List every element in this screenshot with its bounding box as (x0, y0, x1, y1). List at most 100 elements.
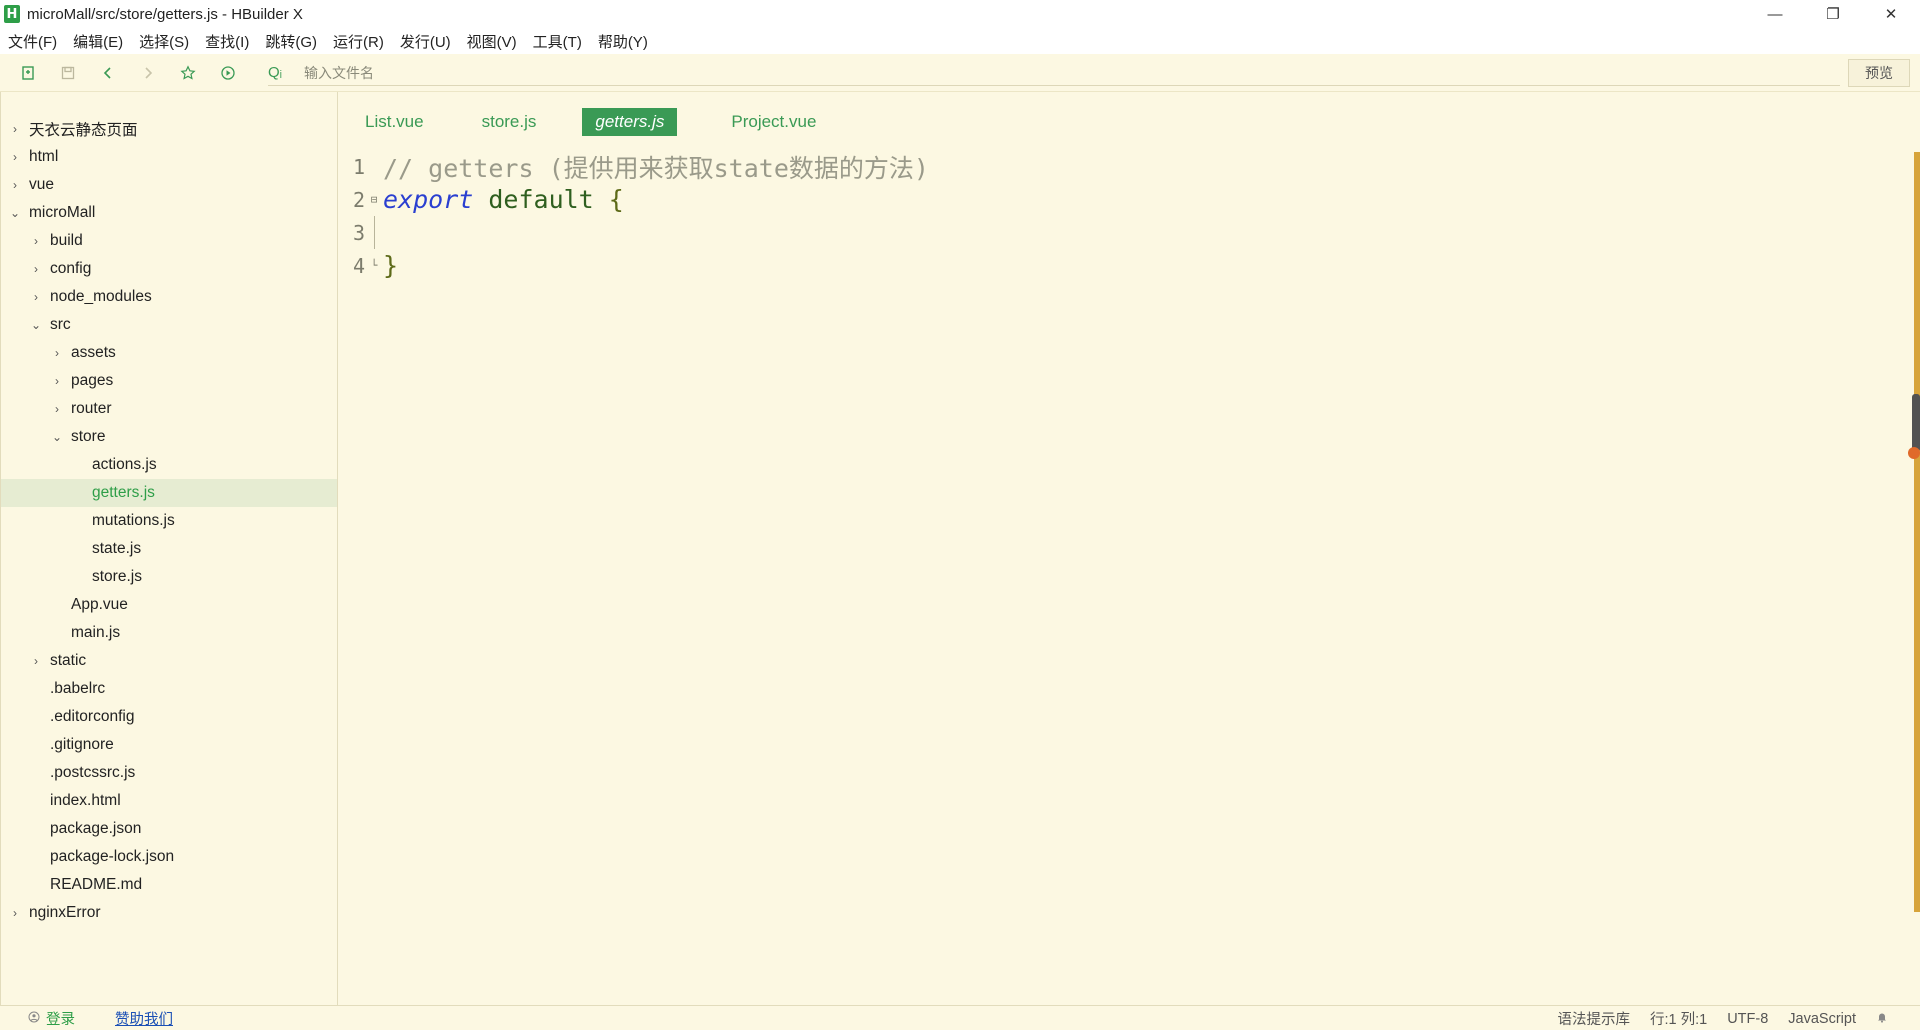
tree-item[interactable]: › pages (1, 367, 337, 395)
new-file-icon[interactable] (16, 61, 40, 85)
scrollbar-thumb[interactable] (1912, 394, 1920, 452)
tab-list-vue[interactable]: List.vue (353, 108, 436, 136)
menu-edit[interactable]: 编辑(E) (73, 31, 123, 52)
tree-item[interactable]: package-lock.json (1, 843, 337, 871)
fold-end-marker: └ (370, 259, 378, 272)
restore-button[interactable]: ❐ (1804, 0, 1862, 28)
tree-item[interactable]: › assets (1, 339, 337, 367)
chevron-right-icon[interactable]: › (30, 654, 42, 668)
chevron-right-icon[interactable]: › (9, 178, 21, 192)
tree-item-label: state.js (92, 540, 142, 557)
tree-item[interactable]: main.js (1, 619, 337, 647)
fold-toggle-icon[interactable]: ⊟ (365, 193, 383, 206)
tree-item[interactable]: ⌄ microMall (1, 199, 337, 227)
tree-item[interactable]: package.json (1, 815, 337, 843)
tree-item-label: README.md (50, 876, 143, 893)
tab-getters-js[interactable]: getters.js (582, 108, 678, 136)
run-icon[interactable] (216, 61, 240, 85)
menu-publish[interactable]: 发行(U) (400, 31, 451, 52)
tree-item-label: vue (29, 176, 54, 193)
cursor-position[interactable]: 行:1 列:1 (1650, 1008, 1707, 1029)
tree-item[interactable]: state.js (1, 535, 337, 563)
tree-item[interactable]: › html (1, 143, 337, 171)
line-number: 2 (352, 187, 365, 212)
tree-item[interactable]: › 天衣云静态页面 (1, 115, 337, 143)
tree-item-label: html (29, 148, 59, 165)
scrollbar-track[interactable] (1914, 152, 1920, 912)
code-editor[interactable]: 1 // getters (提供用来获取state数据的方法) 2 ⊟ expo… (339, 150, 929, 282)
chevron-right-icon[interactable]: › (30, 234, 42, 248)
tree-item[interactable]: › nginxError (1, 899, 337, 927)
chevron-right-icon[interactable]: › (51, 346, 63, 360)
toolbar: Qᵢ 预览 (0, 54, 1920, 92)
notification-bell-icon[interactable] (1876, 1011, 1888, 1026)
encoding-indicator[interactable]: UTF-8 (1727, 1011, 1768, 1027)
forward-icon[interactable] (136, 61, 160, 85)
chevron-right-icon[interactable]: › (9, 122, 21, 136)
preview-button[interactable]: 预览 (1848, 59, 1910, 87)
save-icon[interactable] (56, 61, 80, 85)
minimize-button[interactable]: — (1746, 0, 1804, 28)
login-link[interactable]: 登录 (46, 1008, 75, 1029)
chevron-down-icon[interactable]: ⌄ (9, 206, 21, 220)
tree-item[interactable]: .postcssrc.js (1, 759, 337, 787)
tab-project-vue[interactable]: Project.vue (719, 108, 828, 136)
tree-item[interactable]: › router (1, 395, 337, 423)
file-search-bar: Qᵢ (268, 60, 1840, 86)
window-title: microMall/src/store/getters.js - HBuilde… (27, 5, 303, 23)
tree-item[interactable]: › vue (1, 171, 337, 199)
chevron-down-icon[interactable]: ⌄ (30, 318, 42, 332)
menu-run[interactable]: 运行(R) (333, 31, 384, 52)
chevron-right-icon[interactable]: › (9, 906, 21, 920)
tree-item[interactable]: getters.js (1, 479, 337, 507)
tree-item-label: static (50, 652, 87, 669)
tree-item[interactable]: ⌄ src (1, 311, 337, 339)
chevron-right-icon[interactable]: › (30, 290, 42, 304)
tree-item-label: pages (71, 372, 114, 389)
tree-item[interactable]: › build (1, 227, 337, 255)
menu-tools[interactable]: 工具(T) (533, 31, 582, 52)
chevron-down-icon[interactable]: ⌄ (51, 430, 63, 444)
tree-item-label: build (50, 232, 83, 249)
editor-area: List.vue store.js getters.js Project.vue… (339, 92, 1920, 1005)
code-brace: { (608, 185, 624, 214)
menu-find[interactable]: 查找(I) (205, 31, 249, 52)
tree-item[interactable]: › static (1, 647, 337, 675)
chevron-right-icon[interactable]: › (51, 374, 63, 388)
tree-item[interactable]: .babelrc (1, 675, 337, 703)
tree-item-label: 天衣云静态页面 (29, 122, 138, 139)
tree-item[interactable]: .gitignore (1, 731, 337, 759)
chevron-right-icon[interactable]: › (30, 262, 42, 276)
tree-item[interactable]: store.js (1, 563, 337, 591)
menu-select[interactable]: 选择(S) (139, 31, 189, 52)
language-mode[interactable]: JavaScript (1788, 1011, 1856, 1027)
tree-item[interactable]: index.html (1, 787, 337, 815)
tree-item[interactable]: .editorconfig (1, 703, 337, 731)
tree-item[interactable]: README.md (1, 871, 337, 899)
tree-item[interactable]: › node_modules (1, 283, 337, 311)
menu-help[interactable]: 帮助(Y) (598, 31, 648, 52)
tree-item[interactable]: ⌄ store (1, 423, 337, 451)
menu-file[interactable]: 文件(F) (8, 31, 57, 52)
donate-link[interactable]: 赞助我们 (115, 1008, 173, 1029)
tree-item[interactable]: mutations.js (1, 507, 337, 535)
tree-item-label: getters.js (92, 484, 155, 501)
star-icon[interactable] (176, 61, 200, 85)
tree-item-label: App.vue (71, 596, 128, 613)
line-number: 1 (352, 154, 365, 179)
tree-item[interactable]: › config (1, 255, 337, 283)
chevron-right-icon[interactable]: › (51, 402, 63, 416)
back-icon[interactable] (96, 61, 120, 85)
tree-item[interactable]: App.vue (1, 591, 337, 619)
tree-item[interactable]: actions.js (1, 451, 337, 479)
hbuilder-logo-icon: H (4, 5, 20, 23)
menu-view[interactable]: 视图(V) (467, 31, 517, 52)
file-search-input[interactable] (304, 64, 1804, 81)
search-file-icon: Qᵢ (268, 64, 283, 81)
user-icon (28, 1011, 40, 1026)
tab-store-js[interactable]: store.js (470, 108, 549, 136)
close-button[interactable]: ✕ (1862, 0, 1920, 28)
chevron-right-icon[interactable]: › (9, 150, 21, 164)
menu-goto[interactable]: 跳转(G) (265, 31, 317, 52)
syntax-library-button[interactable]: 语法提示库 (1557, 1008, 1630, 1029)
